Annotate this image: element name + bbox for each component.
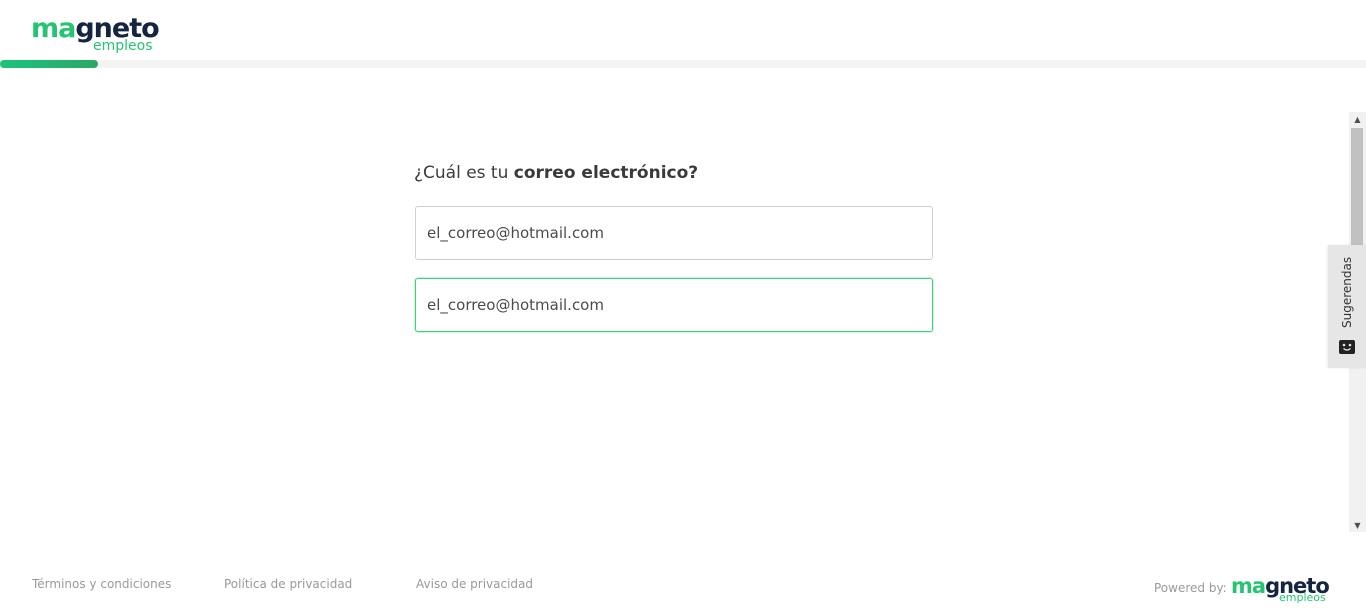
powered-by-label: Powered by: <box>1154 581 1227 595</box>
progress-bar <box>0 60 1366 68</box>
suggestions-tab-label: Sugerendas <box>1340 256 1354 328</box>
scroll-thumb[interactable] <box>1351 128 1363 258</box>
footer-logo-subtext: empleos <box>1279 591 1326 604</box>
question-title: ¿Cuál es tu correo electrónico? <box>414 163 698 183</box>
footer-link-privacy-notice[interactable]: Aviso de privacidad <box>416 577 533 591</box>
footer-logo-wordmark-part1: ma <box>1231 574 1266 598</box>
logo-wordmark-part1: ma <box>31 13 76 44</box>
question-emphasis: correo electrónico? <box>513 163 699 183</box>
scroll-up-arrow-icon[interactable]: ▲ <box>1349 112 1366 126</box>
scroll-down-arrow-icon[interactable]: ▼ <box>1349 518 1366 532</box>
feedback-face-icon <box>1339 340 1355 354</box>
confirm-email-field[interactable] <box>415 278 933 332</box>
question-prefix: ¿Cuál es tu <box>414 163 514 183</box>
footer-link-terms[interactable]: Términos y condiciones <box>32 577 171 591</box>
logo-subtext: empleos <box>93 38 153 54</box>
suggestions-tab[interactable]: Sugerendas <box>1328 245 1366 368</box>
progress-bar-fill <box>0 60 99 68</box>
footer-link-privacy-policy[interactable]: Política de privacidad <box>224 577 352 591</box>
email-field[interactable] <box>415 206 933 260</box>
magneto-logo[interactable]: magneto empleos <box>31 13 160 55</box>
page: magneto empleos ¿Cuál es tu correo elect… <box>0 0 1366 613</box>
footer-magneto-logo[interactable]: magneto empleos <box>1231 574 1331 606</box>
